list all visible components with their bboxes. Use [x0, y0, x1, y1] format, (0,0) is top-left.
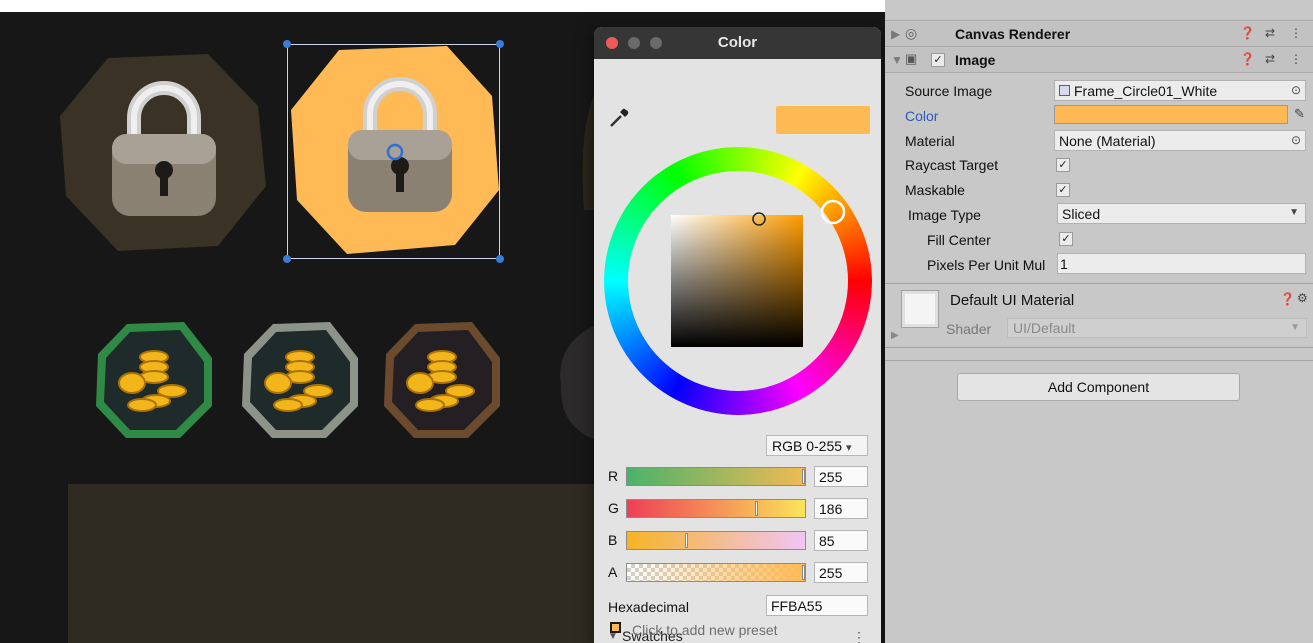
help-icon[interactable]: ❓ — [1280, 292, 1295, 306]
chevron-down-icon: ▼ — [1289, 207, 1299, 218]
coin-badge-green[interactable] — [92, 318, 217, 443]
value-b[interactable]: 85 — [814, 530, 868, 551]
slider-a[interactable] — [626, 563, 806, 582]
image-type-value: Sliced — [1062, 206, 1101, 222]
fill-center-label: Fill Center — [927, 232, 991, 248]
coin-badge-partial — [560, 325, 595, 440]
image-component-icon: ▣ — [905, 51, 918, 66]
coin-badge-bronze[interactable] — [380, 318, 505, 443]
source-image-label: Source Image — [905, 83, 993, 99]
slider-a-knob[interactable] — [802, 565, 805, 580]
coin-badge-silver[interactable] — [238, 318, 363, 443]
help-icon[interactable]: ❓ — [1240, 52, 1255, 66]
selection-rect — [287, 44, 500, 259]
value-r[interactable]: 255 — [814, 466, 868, 487]
resize-handle-tr[interactable] — [496, 40, 504, 48]
channel-label-g: G — [608, 500, 619, 516]
color-preview — [776, 106, 870, 134]
eyedropper-icon[interactable] — [608, 107, 630, 129]
hex-label: Hexadecimal — [608, 599, 689, 615]
inspector-panel: ▶ ◎ Canvas Renderer ❓ ⇄ ⋮ ▼ ▣ ✓ Image ❓ … — [885, 0, 1313, 643]
material-title: Default UI Material — [950, 292, 1075, 309]
sprite-icon — [1059, 85, 1070, 96]
channel-label-r: R — [608, 468, 619, 484]
material-field[interactable]: None (Material) ⊙ — [1054, 130, 1306, 151]
channel-label-b: B — [608, 532, 618, 548]
material-preview-thumbnail — [901, 290, 939, 328]
resize-handle-br[interactable] — [496, 255, 504, 263]
shader-value: UI/Default — [1013, 320, 1076, 336]
presets-icon[interactable]: ⇄ — [1265, 52, 1275, 66]
gear-icon[interactable]: ⚙ — [1297, 291, 1308, 305]
maskable-checkbox[interactable]: ✓ — [1056, 183, 1070, 197]
divider — [885, 360, 1313, 361]
slider-b-knob[interactable] — [685, 533, 688, 548]
kebab-menu-icon[interactable]: ⋮ — [1290, 52, 1302, 66]
add-component-button[interactable]: Add Component — [957, 373, 1240, 401]
pixels-per-unit-label: Pixels Per Unit Mul — [927, 257, 1046, 273]
resize-handle-bl[interactable] — [283, 255, 291, 263]
preset-swatch-icon[interactable] — [610, 622, 621, 633]
picker-title-bar[interactable]: Color — [594, 27, 881, 59]
object-picker-icon[interactable]: ⊙ — [1291, 83, 1301, 97]
source-image-field[interactable]: Frame_Circle01_White ⊙ — [1054, 80, 1306, 101]
picker-body: RGB 0-255 ▾ R 255 G 186 B 85 A 255 Hexad… — [594, 59, 881, 643]
scene-top-strip — [0, 0, 885, 12]
hue-wheel[interactable] — [604, 147, 872, 415]
eyedropper-icon[interactable]: ✎ — [1294, 106, 1305, 122]
raycast-target-checkbox[interactable]: ✓ — [1056, 158, 1070, 172]
source-image-value: Frame_Circle01_White — [1074, 83, 1218, 99]
chevron-down-icon: ▼ — [1290, 322, 1300, 333]
locked-frame-dark[interactable] — [48, 46, 278, 261]
shader-dropdown[interactable]: UI/Default ▼ — [1007, 318, 1307, 338]
saturation-value-square[interactable] — [671, 215, 803, 347]
material-label: Material — [905, 133, 955, 149]
add-preset-hint[interactable]: Click to add new preset — [632, 622, 778, 638]
component-title: Image — [955, 52, 996, 68]
fill-center-checkbox[interactable]: ✓ — [1059, 232, 1073, 246]
inspector-top-strip — [885, 0, 1313, 21]
kebab-menu-icon[interactable]: ⋮ — [1290, 26, 1302, 40]
color-field[interactable] — [1054, 105, 1288, 124]
locked-frame-partial — [582, 90, 596, 210]
slider-r-knob[interactable] — [802, 469, 805, 484]
component-title: Canvas Renderer — [955, 26, 1071, 42]
foldout-arrow-icon[interactable]: ▶ — [891, 330, 899, 341]
picker-title: Color — [717, 34, 758, 51]
raycast-target-label: Raycast Target — [905, 157, 999, 173]
slider-r[interactable] — [626, 467, 806, 486]
presets-icon[interactable]: ⇄ — [1265, 26, 1275, 40]
color-mode-value: RGB 0-255 — [772, 438, 843, 454]
value-a[interactable]: 255 — [814, 562, 868, 583]
resize-handle-tl[interactable] — [283, 40, 291, 48]
swatches-menu-icon[interactable]: ⋮ — [852, 629, 866, 643]
help-icon[interactable]: ❓ — [1240, 26, 1255, 40]
object-picker-icon[interactable]: ⊙ — [1291, 133, 1301, 147]
slider-g[interactable] — [626, 499, 806, 518]
canvas-renderer-icon: ◎ — [905, 25, 918, 41]
color-picker-window[interactable]: Color RGB 0-255 ▾ R 255 G 186 B 85 A 255… — [594, 27, 881, 643]
foldout-arrow-icon[interactable]: ▶ — [891, 27, 900, 41]
material-value: None (Material) — [1059, 133, 1156, 149]
image-type-dropdown[interactable]: Sliced ▼ — [1057, 203, 1306, 224]
value-g[interactable]: 186 — [814, 498, 868, 519]
foldout-arrow-icon[interactable]: ▼ — [891, 53, 903, 67]
image-enabled-checkbox[interactable]: ✓ — [931, 53, 945, 67]
hex-field[interactable]: FFBA55 — [766, 595, 868, 616]
pixels-per-unit-field[interactable]: 1 — [1057, 253, 1306, 274]
color-label: Color — [905, 108, 939, 124]
slider-b[interactable] — [626, 531, 806, 550]
slider-g-knob[interactable] — [755, 501, 758, 516]
image-type-label: Image Type — [908, 207, 981, 223]
component-header-canvas-renderer[interactable]: ▶ ◎ Canvas Renderer ❓ ⇄ ⋮ — [885, 22, 1313, 47]
chevron-down-icon: ▾ — [845, 442, 852, 454]
component-header-image[interactable]: ▼ ▣ ✓ Image ❓ ⇄ ⋮ — [885, 48, 1313, 73]
maskable-label: Maskable — [905, 182, 965, 198]
divider — [885, 283, 1313, 284]
color-mode-dropdown[interactable]: RGB 0-255 ▾ — [766, 435, 868, 456]
shader-label: Shader — [946, 321, 992, 337]
channel-label-a: A — [608, 564, 618, 580]
divider — [885, 347, 1313, 348]
